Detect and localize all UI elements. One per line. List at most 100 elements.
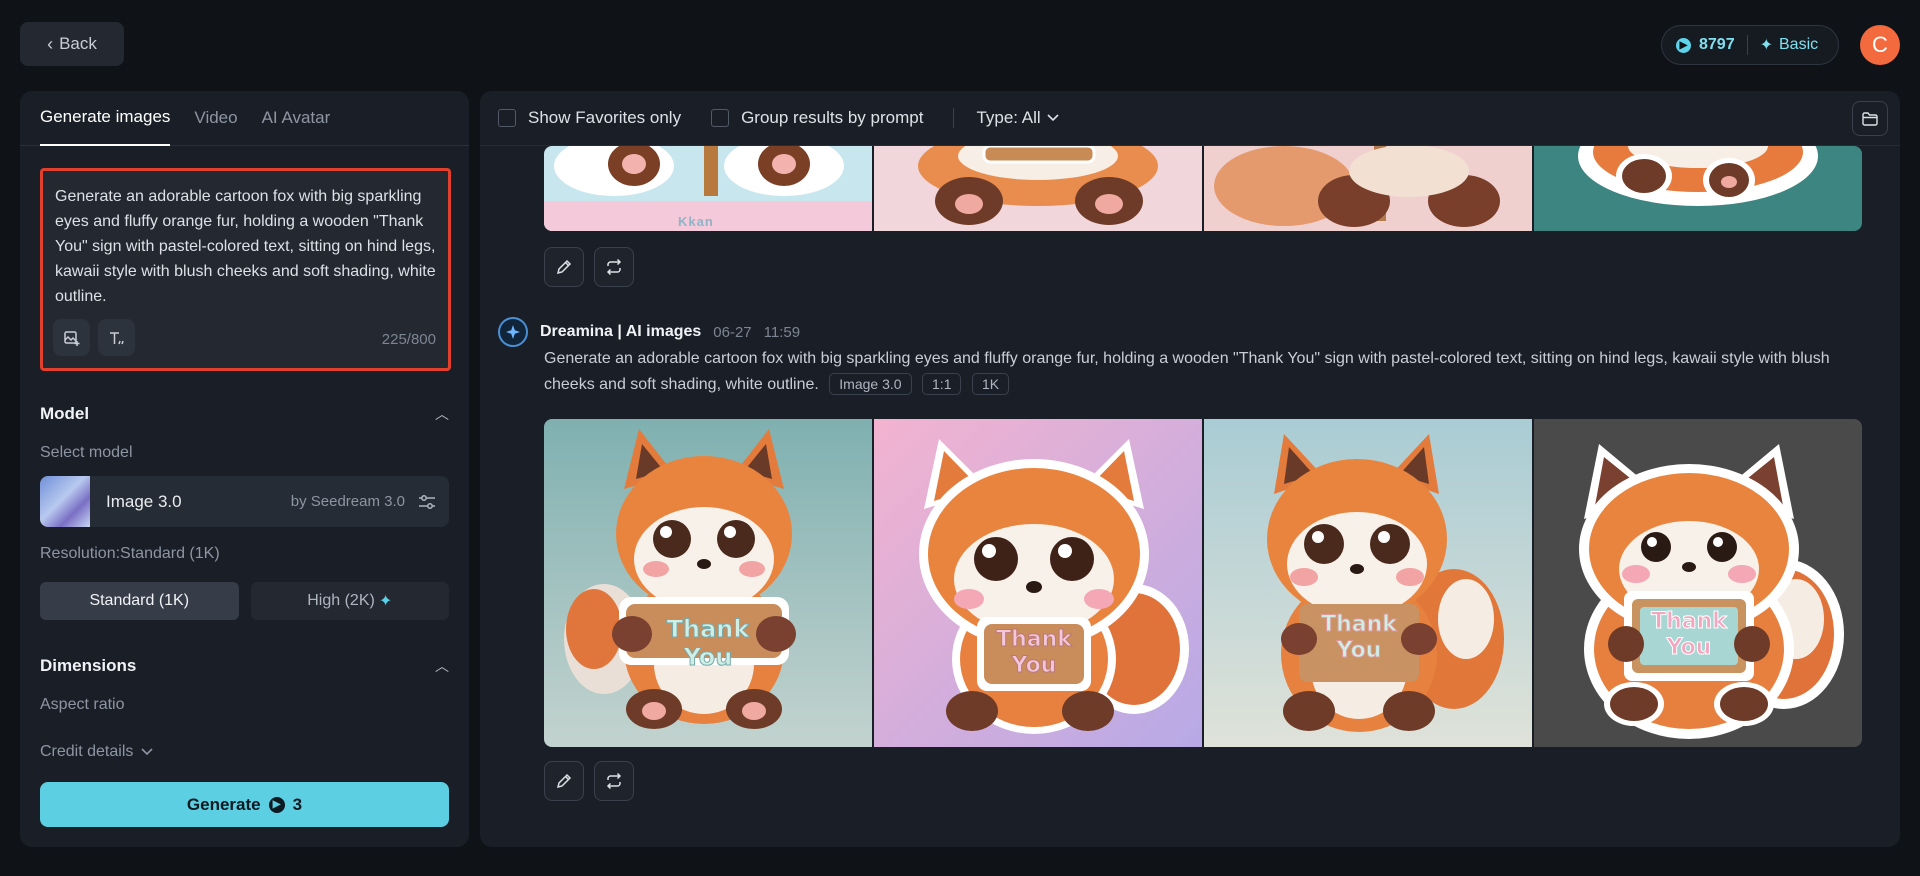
fox-image-thumb [1204, 146, 1532, 231]
plan-label: Basic [1779, 36, 1819, 53]
sliders-icon[interactable] [417, 493, 437, 511]
credits-pill[interactable]: ▶ 8797 ✦ Basic [1661, 25, 1839, 65]
model-chip: Image 3.0 [829, 373, 912, 395]
result-image[interactable]: Kkan [544, 146, 872, 231]
fox-image [1534, 419, 1862, 747]
left-panel: Generate images Video AI Avatar Generate… [20, 91, 469, 847]
group-results-checkbox[interactable] [711, 109, 730, 127]
generation-prompt-text[interactable]: Generate an adorable cartoon fox with bi… [544, 350, 1830, 393]
result-image[interactable] [874, 146, 1202, 231]
generate-label: Generate [186, 794, 261, 814]
type-filter-label: Type: All [976, 108, 1041, 127]
tab-generate-images[interactable]: Generate images [40, 91, 171, 146]
edit-button[interactable] [544, 761, 584, 801]
folder-icon [1862, 111, 1878, 126]
text-style-button[interactable] [98, 319, 135, 356]
sign-text: Thank You [666, 615, 750, 672]
result-image[interactable]: Thank You [1534, 419, 1862, 747]
show-favorites-checkbox[interactable] [498, 109, 516, 127]
model-provider: by Seedream 3.0 [290, 493, 405, 510]
sign-text: Thank You [996, 627, 1073, 679]
generation-date: 06-27 [713, 323, 752, 341]
credit-details-label: Credit details [40, 743, 134, 760]
image-add-icon [63, 330, 79, 346]
generation-time: 11:59 [763, 323, 801, 341]
repeat-icon [606, 258, 622, 276]
back-button[interactable]: ‹ Back [20, 22, 124, 66]
chevron-down-icon [1047, 114, 1059, 122]
aspect-ratio-label: Aspect ratio [40, 696, 125, 713]
resolution-high-button[interactable]: High (2K) ✦ [250, 582, 449, 620]
group-results-label[interactable]: Group results by prompt [741, 108, 923, 128]
model-name: Image 3.0 [106, 491, 182, 511]
type-filter-dropdown[interactable]: Type: All [976, 108, 1059, 128]
text-format-icon [109, 331, 124, 344]
regenerate-button[interactable] [594, 761, 634, 801]
generated-image-row: Thank You Thank You Thank You Thank You [544, 419, 1862, 747]
resolution-label: Resolution:Standard (1K) [40, 545, 220, 562]
model-section-header[interactable]: Model ︿ [40, 404, 449, 424]
regenerate-button[interactable] [594, 247, 634, 287]
show-favorites-label[interactable]: Show Favorites only [528, 108, 681, 128]
generation-prompt: Generate an adorable cartoon fox with bi… [544, 346, 1874, 398]
result-image[interactable] [1204, 146, 1532, 231]
sign-text: Thank You [1321, 612, 1398, 664]
res-standard-label: Standard (1K) [89, 592, 190, 609]
result-image[interactable]: Thank You [874, 419, 1202, 747]
edit-button[interactable] [544, 247, 584, 287]
back-label: Back [59, 34, 97, 53]
fox-image [544, 419, 872, 747]
dreamina-logo-icon [498, 317, 528, 347]
res-high-label: High (2K) [307, 592, 375, 609]
previous-actions [544, 247, 634, 287]
result-image[interactable]: Thank You [1204, 419, 1532, 747]
credit-count: 8797 [1699, 36, 1735, 53]
sparkle-icon: ✦ [1759, 37, 1773, 54]
results-panel: Kkan Show Favorites only Group results b… [480, 91, 1900, 847]
select-model-label: Select model [40, 444, 133, 461]
fox-image [874, 419, 1202, 747]
sign-text: Thank You [1651, 609, 1728, 661]
resolution-chip: 1K [971, 373, 1010, 395]
chevron-up-icon: ︿ [435, 406, 449, 422]
pencil-icon [556, 773, 572, 789]
credit-coin-icon: ▶ [268, 796, 285, 813]
filter-bar: Show Favorites only Group results by pro… [480, 91, 1900, 146]
dimensions-section-title: Dimensions [40, 656, 137, 675]
result-image[interactable] [1534, 146, 1862, 231]
watermark-text: Kkan [678, 214, 714, 229]
mode-tabs: Generate images Video AI Avatar [20, 91, 469, 146]
tab-video[interactable]: Video [194, 91, 237, 146]
premium-star-icon: ✦ [378, 593, 393, 610]
credit-details-toggle[interactable]: Credit details [40, 743, 153, 761]
prompt-input[interactable]: Generate an adorable cartoon fox with bi… [40, 168, 451, 371]
chevron-down-icon [141, 748, 153, 756]
generate-button[interactable]: Generate ▶ 3 [40, 782, 449, 827]
ratio-chip: 1:1 [922, 373, 962, 395]
generation-actions [544, 761, 634, 801]
char-count: 225/800 [381, 331, 436, 348]
model-selector[interactable]: Image 3.0 by Seedream 3.0 [40, 476, 449, 527]
fox-image-thumb [1534, 146, 1862, 231]
fox-image-thumb [874, 146, 1202, 231]
model-section-title: Model [40, 404, 90, 423]
credit-coin-icon: ▶ [1676, 37, 1691, 53]
generation-header: Dreamina | AI images 06-27 11:59 [498, 317, 800, 347]
avatar[interactable]: C [1860, 25, 1900, 65]
pill-divider [1746, 35, 1748, 55]
folder-button[interactable] [1852, 101, 1888, 136]
result-image[interactable]: Thank You [544, 419, 872, 747]
dimensions-section-header[interactable]: Dimensions ︿ [40, 656, 449, 676]
prompt-tools [53, 319, 135, 356]
resolution-standard-button[interactable]: Standard (1K) [40, 582, 239, 620]
filter-divider [953, 108, 955, 128]
repeat-icon [606, 772, 622, 790]
image-reference-button[interactable] [53, 319, 90, 356]
resolution-options: Standard (1K) High (2K) ✦ [40, 582, 449, 620]
generate-cost: 3 [292, 794, 303, 814]
fox-image [1204, 419, 1532, 747]
tab-ai-avatar[interactable]: AI Avatar [262, 91, 331, 146]
previous-image-row: Kkan [544, 146, 1862, 231]
prompt-text[interactable]: Generate an adorable cartoon fox with bi… [55, 184, 436, 309]
pencil-icon [556, 259, 572, 275]
